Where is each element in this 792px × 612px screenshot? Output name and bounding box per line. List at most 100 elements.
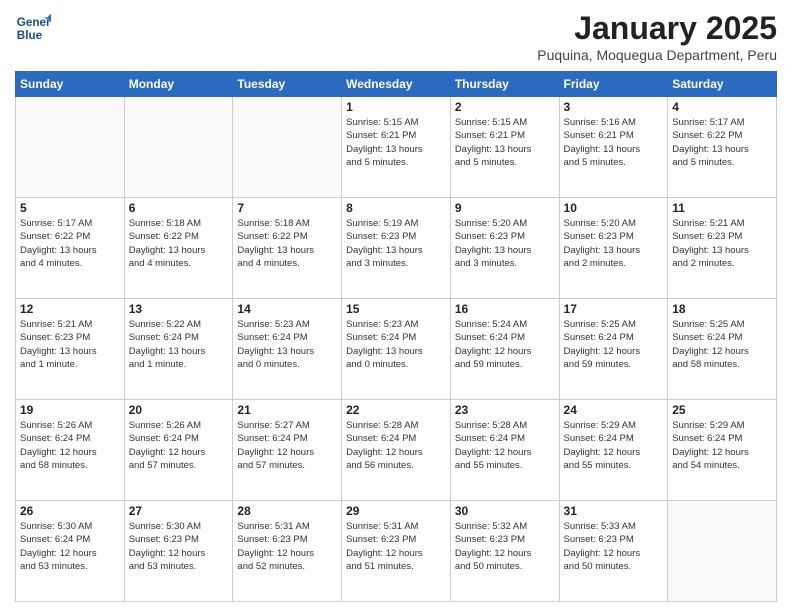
calendar-cell: 28 Sunrise: 5:31 AM Sunset: 6:23 PM Dayli… <box>233 501 342 602</box>
day-info: Sunrise: 5:23 AM Sunset: 6:24 PM Dayligh… <box>346 318 446 371</box>
day-number: 27 <box>129 504 229 518</box>
svg-text:Blue: Blue <box>17 29 43 42</box>
logo: General Blue <box>15 10 51 46</box>
day-info: Sunrise: 5:31 AM Sunset: 6:23 PM Dayligh… <box>237 520 337 573</box>
day-info: Sunrise: 5:24 AM Sunset: 6:24 PM Dayligh… <box>455 318 555 371</box>
calendar-cell: 29 Sunrise: 5:31 AM Sunset: 6:23 PM Dayli… <box>342 501 451 602</box>
day-info: Sunrise: 5:18 AM Sunset: 6:22 PM Dayligh… <box>237 217 337 270</box>
day-info: Sunrise: 5:20 AM Sunset: 6:23 PM Dayligh… <box>564 217 664 270</box>
calendar-cell: 18 Sunrise: 5:25 AM Sunset: 6:24 PM Dayli… <box>668 299 777 400</box>
calendar-cell: 6 Sunrise: 5:18 AM Sunset: 6:22 PM Daylig… <box>124 198 233 299</box>
day-info: Sunrise: 5:31 AM Sunset: 6:23 PM Dayligh… <box>346 520 446 573</box>
subtitle: Puquina, Moquegua Department, Peru <box>537 47 777 63</box>
calendar-cell: 1 Sunrise: 5:15 AM Sunset: 6:21 PM Daylig… <box>342 97 451 198</box>
calendar-cell: 2 Sunrise: 5:15 AM Sunset: 6:21 PM Daylig… <box>450 97 559 198</box>
calendar-cell: 25Sunrise: 5:29 AM Sunset: 6:24 PM Dayli… <box>668 400 777 501</box>
calendar-cell: 11Sunrise: 5:21 AM Sunset: 6:23 PM Dayli… <box>668 198 777 299</box>
day-info: Sunrise: 5:19 AM Sunset: 6:23 PM Dayligh… <box>346 217 446 270</box>
calendar-cell: 17Sunrise: 5:25 AM Sunset: 6:24 PM Dayli… <box>559 299 668 400</box>
calendar-cell: 30 Sunrise: 5:32 AM Sunset: 6:23 PM Dayli… <box>450 501 559 602</box>
day-info: Sunrise: 5:25 AM Sunset: 6:24 PM Dayligh… <box>672 318 772 371</box>
day-number: 19 <box>20 403 120 417</box>
header-saturday: Saturday <box>668 72 777 97</box>
day-number: 14 <box>237 302 337 316</box>
calendar-cell: 3 Sunrise: 5:16 AM Sunset: 6:21 PM Daylig… <box>559 97 668 198</box>
calendar-cell: 21Sunrise: 5:27 AM Sunset: 6:24 PM Dayli… <box>233 400 342 501</box>
day-info: Sunrise: 5:26 AM Sunset: 6:24 PM Dayligh… <box>129 419 229 472</box>
day-info: Sunrise: 5:33 AM Sunset: 6:23 PM Dayligh… <box>564 520 664 573</box>
calendar-cell: 12Sunrise: 5:21 AM Sunset: 6:23 PM Dayli… <box>16 299 125 400</box>
calendar-cell: 23 Sunrise: 5:28 AM Sunset: 6:24 PM Dayli… <box>450 400 559 501</box>
day-number: 28 <box>237 504 337 518</box>
day-number: 21 <box>237 403 337 417</box>
day-number: 1 <box>346 100 446 114</box>
day-number: 11 <box>672 201 772 215</box>
day-info: Sunrise: 5:18 AM Sunset: 6:22 PM Dayligh… <box>129 217 229 270</box>
calendar-cell: 4 Sunrise: 5:17 AM Sunset: 6:22 PM Daylig… <box>668 97 777 198</box>
day-info: Sunrise: 5:32 AM Sunset: 6:23 PM Dayligh… <box>455 520 555 573</box>
header-friday: Friday <box>559 72 668 97</box>
header-monday: Monday <box>124 72 233 97</box>
calendar-week-3: 19 Sunrise: 5:26 AM Sunset: 6:24 PM Dayli… <box>16 400 777 501</box>
calendar-week-0: 1 Sunrise: 5:15 AM Sunset: 6:21 PM Daylig… <box>16 97 777 198</box>
day-number: 6 <box>129 201 229 215</box>
day-number: 31 <box>564 504 664 518</box>
day-number: 29 <box>346 504 446 518</box>
header-tuesday: Tuesday <box>233 72 342 97</box>
calendar-cell: 22Sunrise: 5:28 AM Sunset: 6:24 PM Dayli… <box>342 400 451 501</box>
day-info: Sunrise: 5:28 AM Sunset: 6:24 PM Dayligh… <box>346 419 446 472</box>
day-info: Sunrise: 5:26 AM Sunset: 6:24 PM Dayligh… <box>20 419 120 472</box>
calendar-cell: 19 Sunrise: 5:26 AM Sunset: 6:24 PM Dayli… <box>16 400 125 501</box>
day-number: 16 <box>455 302 555 316</box>
day-info: Sunrise: 5:30 AM Sunset: 6:23 PM Dayligh… <box>129 520 229 573</box>
calendar-cell: 14Sunrise: 5:23 AM Sunset: 6:24 PM Dayli… <box>233 299 342 400</box>
day-number: 10 <box>564 201 664 215</box>
calendar-cell: 13Sunrise: 5:22 AM Sunset: 6:24 PM Dayli… <box>124 299 233 400</box>
day-number: 30 <box>455 504 555 518</box>
calendar-cell: 20Sunrise: 5:26 AM Sunset: 6:24 PM Dayli… <box>124 400 233 501</box>
calendar-cell: 10 Sunrise: 5:20 AM Sunset: 6:23 PM Dayli… <box>559 198 668 299</box>
day-info: Sunrise: 5:15 AM Sunset: 6:21 PM Dayligh… <box>346 116 446 169</box>
calendar-cell: 24Sunrise: 5:29 AM Sunset: 6:24 PM Dayli… <box>559 400 668 501</box>
day-info: Sunrise: 5:15 AM Sunset: 6:21 PM Dayligh… <box>455 116 555 169</box>
day-number: 7 <box>237 201 337 215</box>
day-info: Sunrise: 5:16 AM Sunset: 6:21 PM Dayligh… <box>564 116 664 169</box>
calendar-week-4: 26 Sunrise: 5:30 AM Sunset: 6:24 PM Dayli… <box>16 501 777 602</box>
day-number: 4 <box>672 100 772 114</box>
day-number: 25 <box>672 403 772 417</box>
calendar-cell: 15 Sunrise: 5:23 AM Sunset: 6:24 PM Dayli… <box>342 299 451 400</box>
day-number: 23 <box>455 403 555 417</box>
day-info: Sunrise: 5:17 AM Sunset: 6:22 PM Dayligh… <box>672 116 772 169</box>
calendar-cell <box>668 501 777 602</box>
day-info: Sunrise: 5:17 AM Sunset: 6:22 PM Dayligh… <box>20 217 120 270</box>
weekday-header-row: Sunday Monday Tuesday Wednesday Thursday… <box>16 72 777 97</box>
title-block: January 2025 Puquina, Moquegua Departmen… <box>537 10 777 63</box>
day-number: 13 <box>129 302 229 316</box>
calendar-table: Sunday Monday Tuesday Wednesday Thursday… <box>15 71 777 602</box>
day-number: 26 <box>20 504 120 518</box>
calendar-cell: 27 Sunrise: 5:30 AM Sunset: 6:23 PM Dayli… <box>124 501 233 602</box>
day-number: 5 <box>20 201 120 215</box>
calendar-cell: 31 Sunrise: 5:33 AM Sunset: 6:23 PM Dayli… <box>559 501 668 602</box>
day-number: 9 <box>455 201 555 215</box>
day-number: 24 <box>564 403 664 417</box>
logo-icon: General Blue <box>15 10 51 46</box>
day-number: 8 <box>346 201 446 215</box>
header-wednesday: Wednesday <box>342 72 451 97</box>
day-info: Sunrise: 5:30 AM Sunset: 6:24 PM Dayligh… <box>20 520 120 573</box>
calendar-cell: 8 Sunrise: 5:19 AM Sunset: 6:23 PM Daylig… <box>342 198 451 299</box>
day-number: 15 <box>346 302 446 316</box>
day-number: 17 <box>564 302 664 316</box>
calendar-cell <box>233 97 342 198</box>
day-info: Sunrise: 5:21 AM Sunset: 6:23 PM Dayligh… <box>20 318 120 371</box>
calendar-cell: 9Sunrise: 5:20 AM Sunset: 6:23 PM Daylig… <box>450 198 559 299</box>
calendar-cell: 5 Sunrise: 5:17 AM Sunset: 6:22 PM Daylig… <box>16 198 125 299</box>
calendar-cell <box>16 97 125 198</box>
header: General Blue January 2025 Puquina, Moque… <box>15 10 777 63</box>
calendar-cell <box>124 97 233 198</box>
calendar-cell: 16 Sunrise: 5:24 AM Sunset: 6:24 PM Dayli… <box>450 299 559 400</box>
day-number: 2 <box>455 100 555 114</box>
day-number: 3 <box>564 100 664 114</box>
day-info: Sunrise: 5:28 AM Sunset: 6:24 PM Dayligh… <box>455 419 555 472</box>
day-number: 18 <box>672 302 772 316</box>
